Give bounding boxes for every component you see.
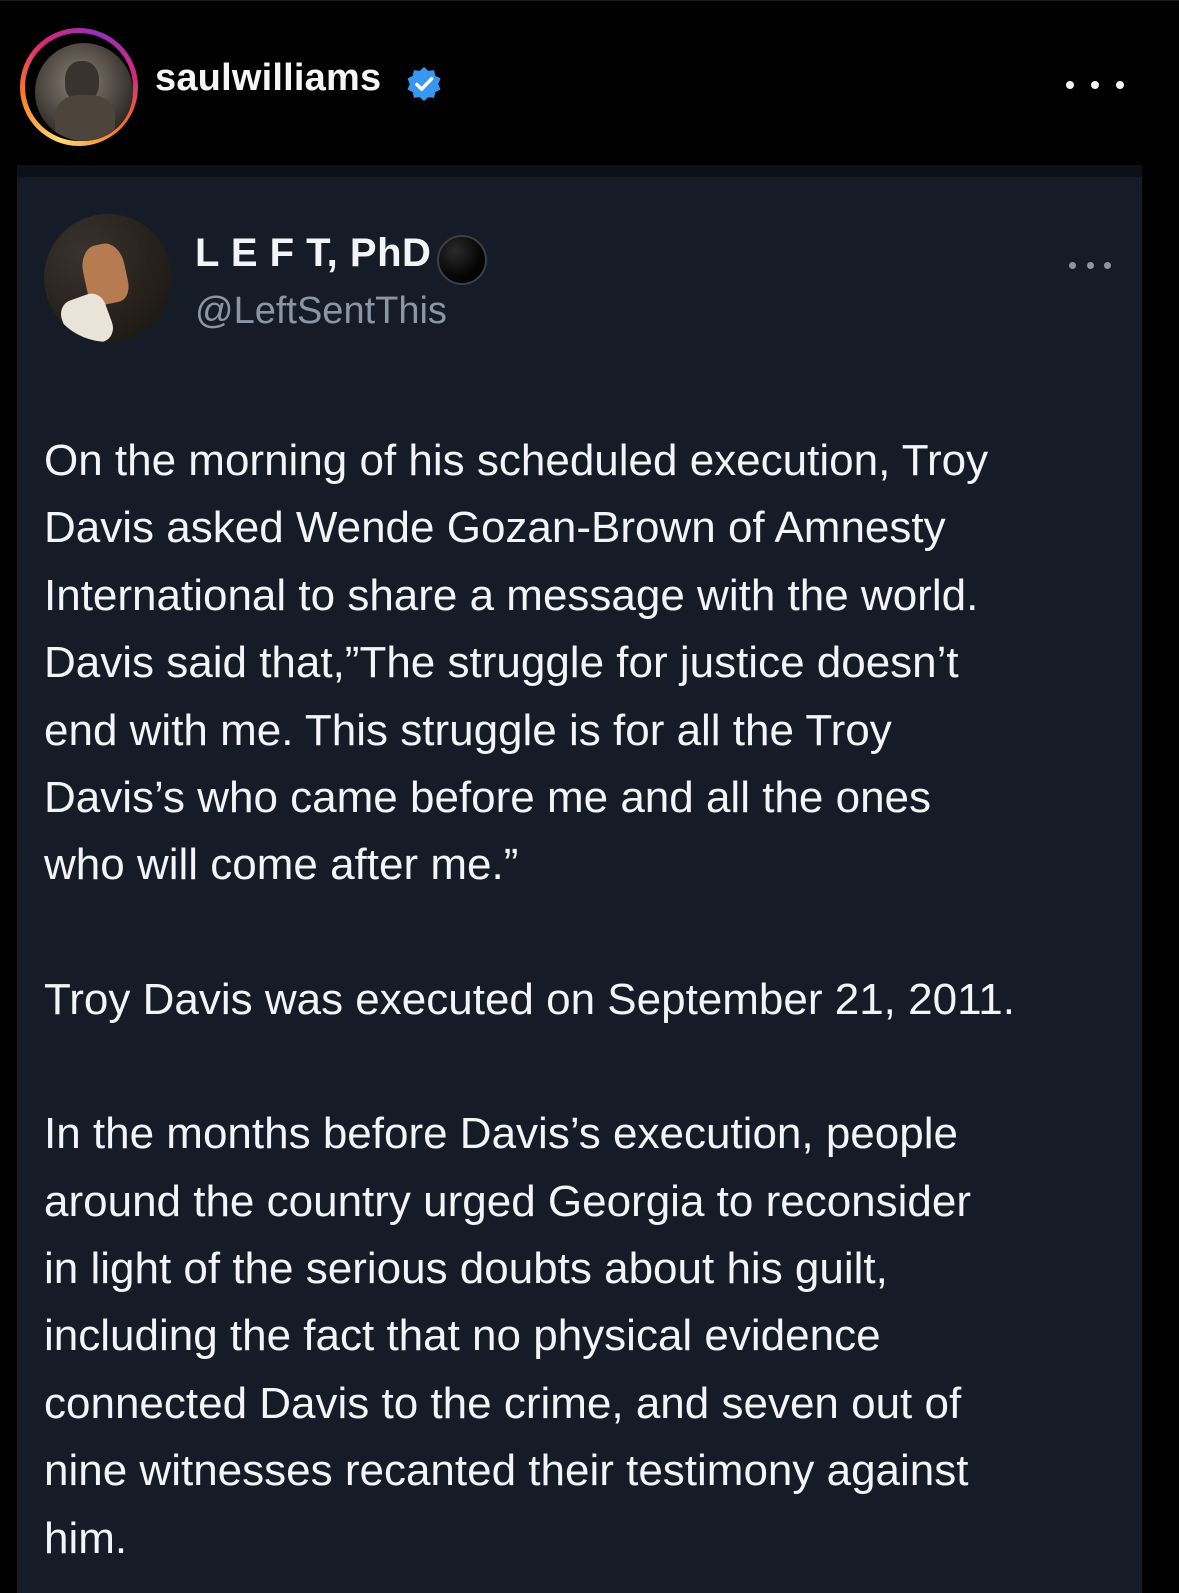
- more-dots-icon: [1066, 81, 1074, 89]
- username[interactable]: saulwilliams: [155, 57, 381, 100]
- user-avatar[interactable]: [35, 43, 133, 141]
- tweet-screenshot: L E F T, PhD @LeftSentThis On the mornin…: [17, 165, 1142, 1593]
- story-ring[interactable]: [20, 28, 138, 146]
- more-dots-icon: [1116, 81, 1124, 89]
- tweet-display-name: L E F T, PhD: [195, 231, 432, 275]
- tweet-paragraph: On the morning of his scheduled executio…: [44, 436, 989, 890]
- post-header: saulwilliams: [0, 0, 1179, 162]
- tweet-paragraph: In the months before Davis’s execution, …: [44, 1109, 972, 1563]
- avatar-body: [55, 95, 115, 141]
- more-options-button[interactable]: [1066, 67, 1124, 103]
- tweet-more-button: [1069, 255, 1111, 275]
- verified-badge-icon: [407, 66, 441, 102]
- tweet-text: On the morning of his scheduled executio…: [44, 427, 1124, 1593]
- tweet-avatar: [44, 214, 172, 342]
- avatar-gap: [25, 33, 133, 141]
- black-circle-icon: [437, 235, 487, 285]
- more-dots-icon: [1069, 261, 1076, 269]
- more-dots-icon: [1086, 261, 1094, 269]
- more-dots-icon: [1091, 81, 1099, 89]
- more-dots-icon: [1104, 261, 1111, 269]
- tweet-handle: @LeftSentThis: [195, 290, 447, 332]
- tweet-paragraph: Troy Davis was executed on September 21,…: [44, 974, 1015, 1024]
- instagram-post: saulwilliams L E F T, PhD @LeftSentThis …: [0, 0, 1179, 1593]
